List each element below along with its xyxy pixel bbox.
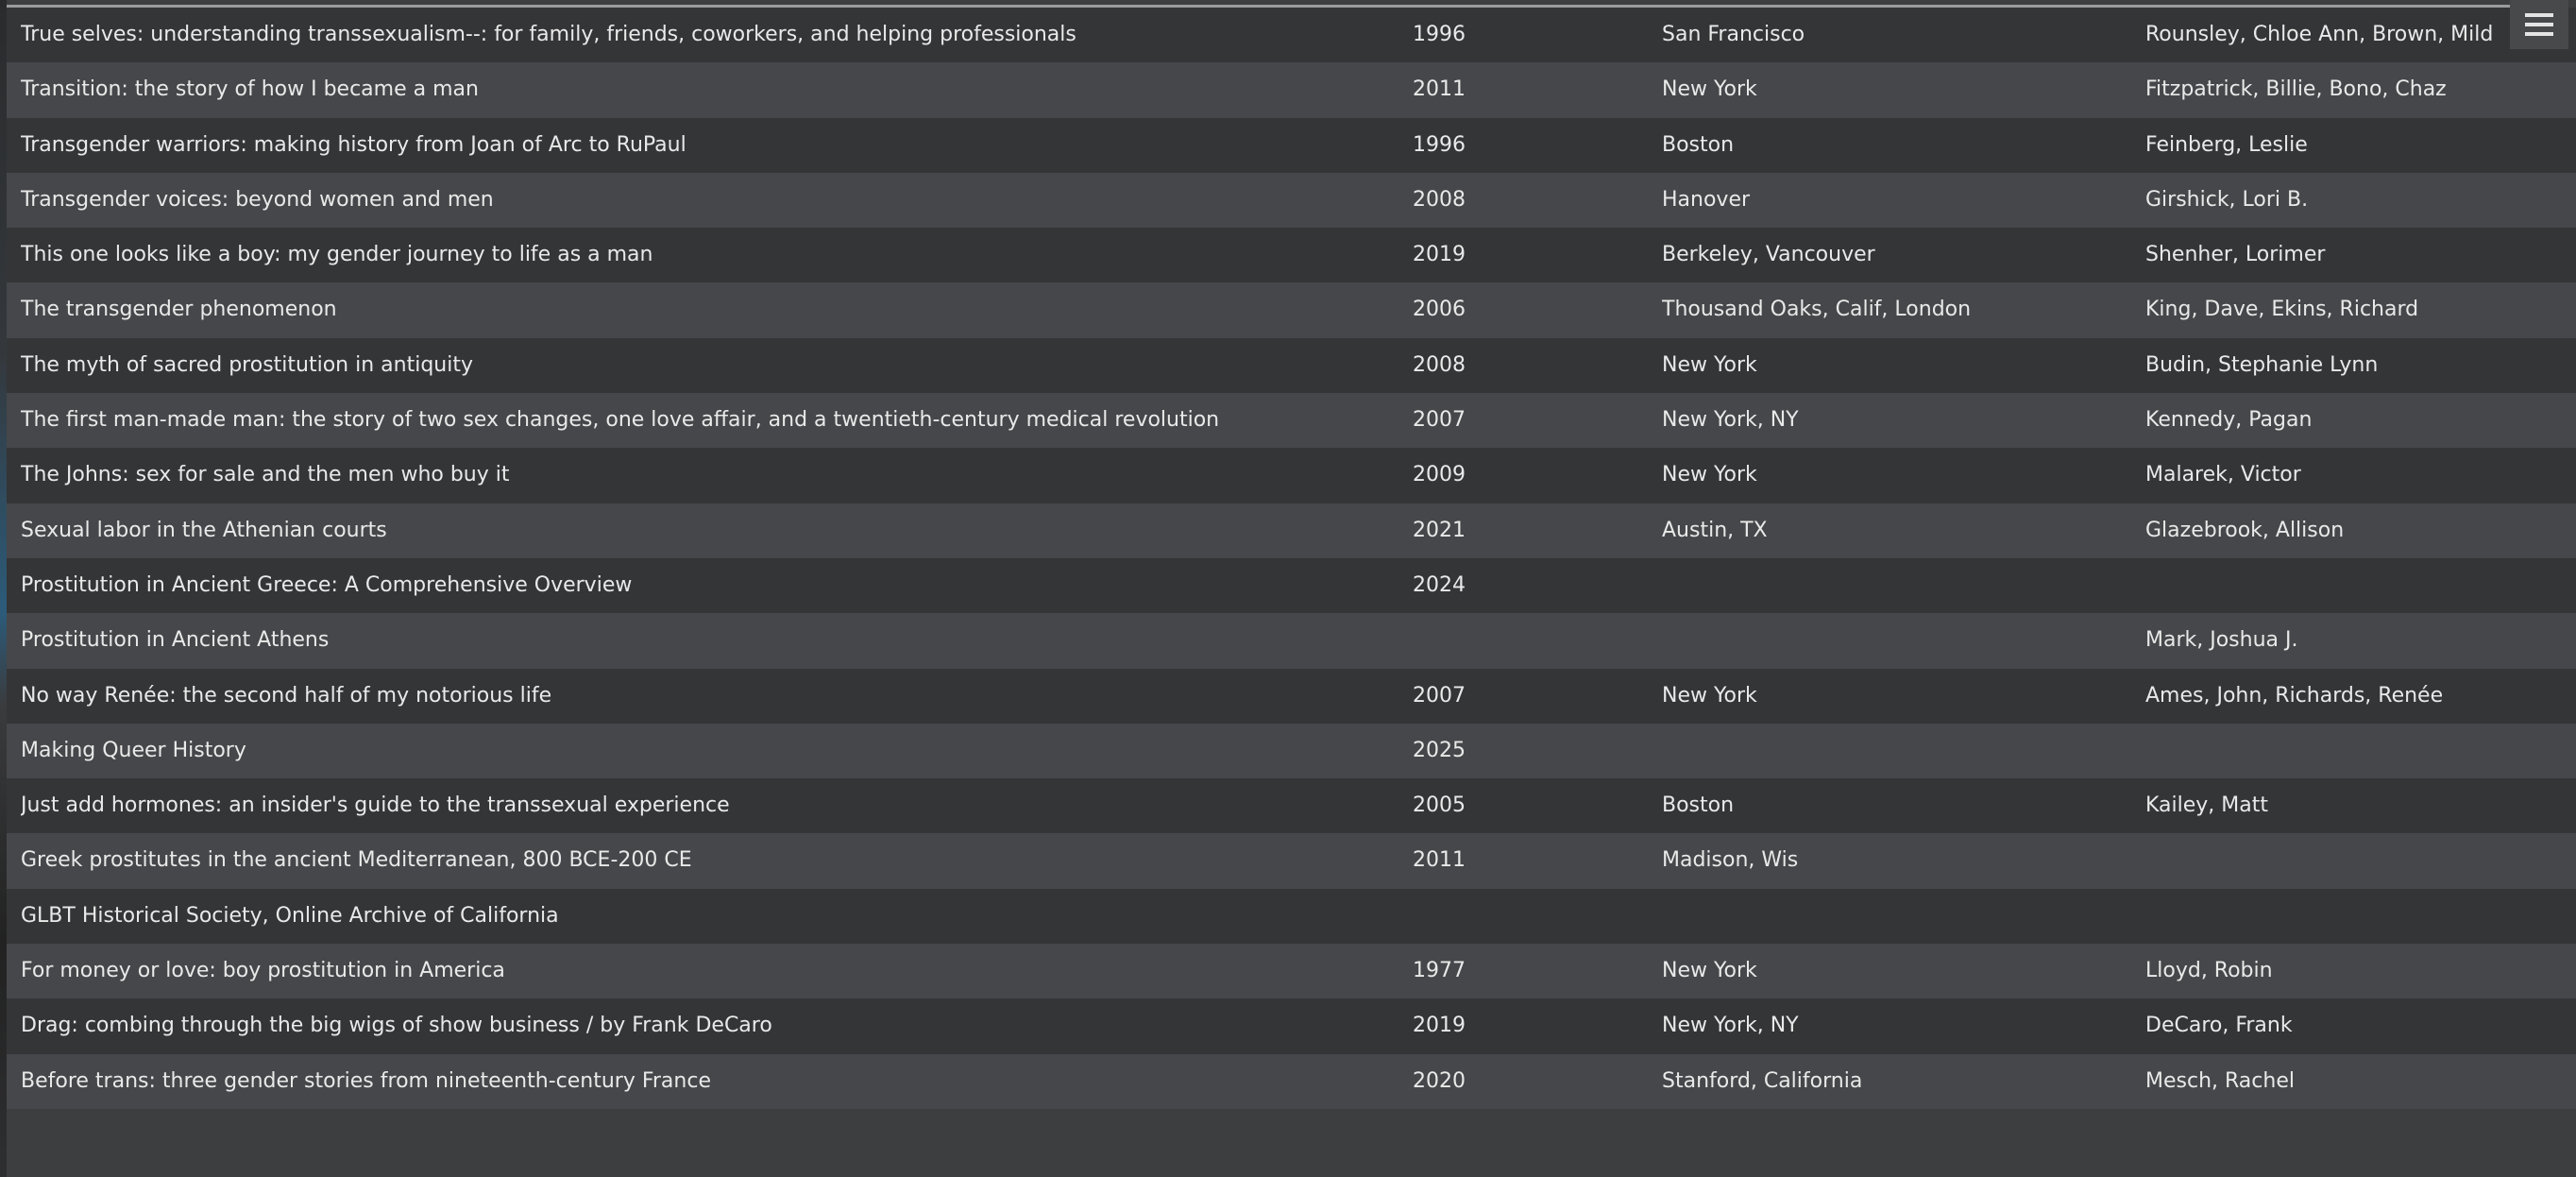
cell-author: Mark, Joshua J. (2145, 628, 2298, 653)
table-row[interactable]: Transition: the story of how I became a … (7, 62, 2576, 118)
cell-year: 2006 (1413, 298, 1466, 322)
cell-title: The transgender phenomenon (21, 298, 337, 322)
cell-year: 2019 (1413, 243, 1466, 267)
cell-year: 1996 (1413, 132, 1466, 157)
cell-place: Hanover (1662, 187, 1751, 212)
cell-year: 2011 (1413, 77, 1466, 102)
cell-author: Kailey, Matt (2145, 793, 2269, 818)
cell-author: Shenher, Lorimer (2145, 243, 2326, 267)
cell-year: 2025 (1413, 738, 1466, 762)
cell-title: True selves: understanding transsexualis… (21, 23, 1076, 46)
cell-place: New York (1662, 352, 1757, 377)
table-row[interactable]: True selves: understanding transsexualis… (7, 8, 2576, 63)
menu-button[interactable] (2510, 0, 2568, 49)
table-row[interactable]: Drag: combing through the big wigs of sh… (7, 998, 2576, 1054)
table-row[interactable]: Sexual labor in the Athenian courts 2021 A… (7, 503, 2576, 558)
cell-year: 2008 (1413, 352, 1466, 377)
cell-year: 2009 (1413, 463, 1466, 487)
cell-place: New York (1662, 77, 1757, 102)
cell-place: Stanford, California (1662, 1068, 1863, 1093)
cell-title: Prostitution in Ancient Greece: A Compre… (21, 572, 633, 597)
cell-author: Malarek, Victor (2145, 463, 2301, 487)
cell-title: Just add hormones: an insider's guide to… (21, 793, 730, 818)
cell-year: 2005 (1413, 793, 1466, 818)
bibliography-table: True selves: understanding transsexualis… (7, 8, 2576, 1109)
cell-title: The first man-made man: the story of two… (21, 408, 1220, 433)
cell-title: The myth of sacred prostitution in antiq… (21, 352, 473, 377)
cell-author: Girshick, Lori B. (2145, 187, 2309, 212)
cell-year: 1977 (1413, 959, 1466, 983)
cell-title: Transition: the story of how I became a … (21, 77, 479, 102)
table-row[interactable]: The transgender phenomenon 2006 Thousand O… (7, 282, 2576, 338)
cell-title: The Johns: sex for sale and the men who … (21, 463, 510, 487)
table-row[interactable]: Transgender voices: beyond women and men… (7, 172, 2576, 229)
cell-title: Drag: combing through the big wigs of sh… (21, 1014, 772, 1038)
cell-author: Ames, John, Richards, Renée (2145, 683, 2444, 708)
table-row[interactable]: Prostitution in Ancient Athens Mark, Josh… (7, 613, 2576, 669)
cell-place: Madison, Wis (1662, 848, 1799, 873)
table-row[interactable]: Greek prostitutes in the ancient Mediter… (7, 833, 2576, 889)
cell-title: Transgender voices: beyond women and men (21, 187, 494, 212)
window-left-edge (0, 0, 7, 1177)
cell-place: Austin, TX (1662, 518, 1768, 542)
cell-author: DeCaro, Frank (2145, 1014, 2293, 1038)
cell-year: 2024 (1413, 572, 1466, 597)
cell-place: New York (1662, 683, 1757, 708)
cell-title: This one looks like a boy: my gender jou… (21, 243, 653, 267)
cell-year: 2020 (1413, 1068, 1466, 1093)
cell-title: Greek prostitutes in the ancient Mediter… (21, 848, 692, 873)
cell-title: Transgender warriors: making history fro… (21, 132, 686, 157)
cell-place: New York (1662, 463, 1757, 487)
table-row[interactable]: Just add hormones: an insider's guide to… (7, 778, 2576, 834)
cell-author: King, Dave, Ekins, Richard (2145, 298, 2419, 322)
table-row[interactable]: This one looks like a boy: my gender jou… (7, 228, 2576, 283)
cell-author: Fitzpatrick, Billie, Bono, Chaz (2145, 77, 2447, 102)
cell-place: New York (1662, 959, 1757, 983)
table-row[interactable]: Making Queer History 2025 (7, 723, 2576, 779)
cell-title: Prostitution in Ancient Athens (21, 628, 330, 653)
table-row[interactable]: For money or love: boy prostitution in A… (7, 944, 2576, 999)
cell-year: 2007 (1413, 408, 1466, 433)
cell-year: 1996 (1413, 23, 1466, 46)
cell-place: Boston (1662, 132, 1735, 157)
cell-year: 2007 (1413, 683, 1466, 708)
cell-author: Mesch, Rachel (2145, 1068, 2295, 1093)
cell-title: Before trans: three gender stories from … (21, 1068, 711, 1093)
cell-author: Feinberg, Leslie (2145, 132, 2308, 157)
cell-author: Lloyd, Robin (2145, 959, 2273, 983)
table-row[interactable]: The myth of sacred prostitution in antiq… (7, 337, 2576, 394)
cell-author: Glazebrook, Allison (2145, 518, 2345, 542)
table-row[interactable]: No way Renée: the second half of my noto… (7, 668, 2576, 724)
table-row[interactable]: Prostitution in Ancient Greece: A Compre… (7, 557, 2576, 614)
bibliography-window: True selves: understanding transsexualis… (0, 0, 2576, 1177)
cell-place: Berkeley, Vancouver (1662, 243, 1875, 267)
table-row[interactable]: Before trans: three gender stories from … (7, 1053, 2576, 1109)
cell-place: New York, NY (1662, 1014, 1799, 1038)
cell-year: 2021 (1413, 518, 1466, 542)
cell-author: Kennedy, Pagan (2145, 408, 2313, 433)
table-row[interactable]: GLBT Historical Society, Online Archive … (7, 888, 2576, 945)
cell-place: San Francisco (1662, 23, 1805, 46)
cell-title: Making Queer History (21, 738, 246, 762)
cell-year: 2011 (1413, 848, 1466, 873)
hamburger-menu-icon (2525, 13, 2553, 36)
cell-place: Thousand Oaks, Calif, London (1662, 298, 1972, 322)
cell-year: 2008 (1413, 187, 1466, 212)
cell-title: GLBT Historical Society, Online Archive … (21, 903, 559, 928)
table-row[interactable]: The Johns: sex for sale and the men who … (7, 448, 2576, 503)
cell-place: Boston (1662, 793, 1735, 818)
cell-title: Sexual labor in the Athenian courts (21, 518, 387, 542)
cell-title: For money or love: boy prostitution in A… (21, 959, 505, 983)
cell-title: No way Renée: the second half of my noto… (21, 683, 552, 708)
cell-year: 2019 (1413, 1014, 1466, 1038)
table-row[interactable]: The first man-made man: the story of two… (7, 393, 2576, 449)
cell-author: Budin, Stephanie Lynn (2145, 352, 2379, 377)
cell-place: New York, NY (1662, 408, 1799, 433)
table-row[interactable]: Transgender warriors: making history fro… (7, 117, 2576, 173)
